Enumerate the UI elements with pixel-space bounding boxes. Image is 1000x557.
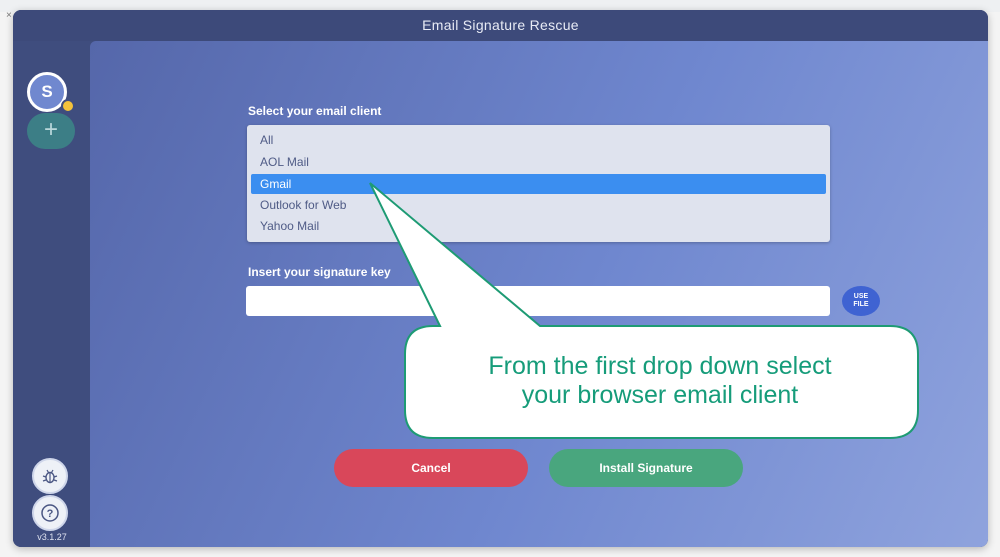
use-file-label-line1: USE — [853, 293, 869, 300]
close-icon[interactable]: × — [6, 10, 12, 21]
signature-key-label: Insert your signature key — [248, 265, 391, 279]
client-option-gmail[interactable]: Gmail — [251, 174, 826, 194]
client-option-aol-mail[interactable]: AOL Mail — [251, 152, 826, 172]
help-button[interactable]: ? — [32, 495, 68, 531]
cancel-button[interactable]: Cancel — [334, 449, 528, 487]
install-signature-button[interactable]: Install Signature — [549, 449, 743, 487]
status-dot — [61, 99, 75, 113]
add-account-button[interactable]: + — [27, 113, 75, 149]
client-option-all[interactable]: All — [251, 130, 826, 150]
client-option-outlook-for-web[interactable]: Outlook for Web — [251, 195, 826, 215]
plus-icon: + — [43, 116, 58, 143]
email-client-listbox[interactable]: All AOL Mail Gmail Outlook for Web Yahoo… — [247, 125, 830, 242]
signature-key-input[interactable] — [246, 286, 830, 316]
callout-line-2: your browser email client — [521, 381, 799, 409]
use-file-label-line2: FILE — [853, 301, 869, 308]
help-icon: ? — [41, 504, 59, 522]
callout-line-1: From the first drop down select — [488, 352, 832, 380]
client-option-yahoo-mail[interactable]: Yahoo Mail — [251, 216, 826, 236]
svg-text:?: ? — [47, 508, 54, 520]
use-file-button[interactable]: USE FILE — [842, 286, 880, 316]
main-panel: Select your email client All AOL Mail Gm… — [90, 41, 988, 547]
callout-text: From the first drop down select your bro… — [410, 352, 910, 410]
sidebar: S + ? v3.1.27 — [13, 41, 90, 547]
window-title: Email Signature Rescue — [13, 10, 988, 41]
email-client-label: Select your email client — [248, 104, 382, 118]
bug-icon — [42, 469, 58, 484]
app-version: v3.1.27 — [37, 532, 67, 542]
report-bug-button[interactable] — [32, 458, 68, 494]
app-window: Email Signature Rescue S + ? v3.1.27 Sel… — [13, 10, 988, 547]
